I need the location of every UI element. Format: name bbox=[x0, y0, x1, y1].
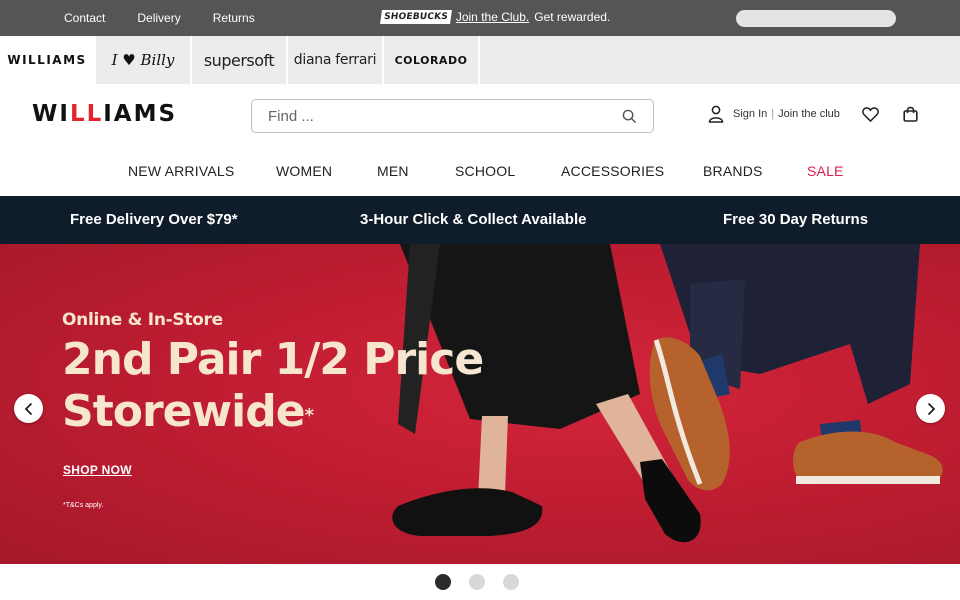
carousel-dot[interactable] bbox=[503, 574, 519, 590]
shopping-bag-icon[interactable] bbox=[903, 106, 918, 122]
usp-free-returns: Free 30 Day Returns bbox=[723, 211, 869, 228]
hero-subtitle: Online & In-Store bbox=[62, 310, 223, 330]
nav-school[interactable]: SCHOOL bbox=[455, 163, 515, 179]
chevron-left-icon bbox=[24, 402, 34, 416]
brand-tab-supersoft[interactable]: supersoft bbox=[192, 36, 288, 84]
user-icon[interactable] bbox=[708, 105, 724, 123]
join-the-club-link[interactable]: Join the club bbox=[778, 108, 840, 120]
carousel-dots bbox=[0, 572, 960, 592]
club-promo: SHOEBUCKS Join the Club. Get rewarded. bbox=[380, 10, 611, 24]
nav-accessories[interactable]: ACCESSORIES bbox=[561, 163, 664, 179]
brand-tab-diana-ferrari[interactable]: diana ferrari bbox=[288, 36, 384, 84]
search-input[interactable] bbox=[268, 107, 622, 125]
utility-search-pill[interactable] bbox=[736, 10, 896, 27]
terms-note: *T&Cs apply. bbox=[63, 502, 104, 509]
brand-tab-i-love-billy[interactable]: I ♥ Billy bbox=[96, 36, 192, 84]
contact-link[interactable]: Contact bbox=[64, 11, 105, 25]
shoebucks-logo: SHOEBUCKS bbox=[380, 10, 452, 24]
chevron-right-icon bbox=[926, 402, 936, 416]
nav-sale[interactable]: SALE bbox=[807, 163, 844, 179]
delivery-link[interactable]: Delivery bbox=[137, 11, 180, 25]
join-club-link[interactable]: Join the Club. bbox=[456, 10, 529, 24]
brand-tab-williams[interactable]: WILLIAMS bbox=[0, 36, 96, 84]
carousel-dot[interactable] bbox=[469, 574, 485, 590]
heart-icon[interactable] bbox=[862, 106, 879, 122]
search-bar bbox=[251, 99, 654, 133]
top-utility-bar: Contact Delivery Returns SHOEBUCKS Join … bbox=[0, 0, 960, 36]
shop-now-link[interactable]: SHOP NOW bbox=[63, 463, 132, 477]
usp-free-delivery: Free Delivery Over $79* bbox=[70, 211, 238, 228]
usp-bar: Free Delivery Over $79* 3-Hour Click & C… bbox=[0, 196, 960, 244]
main-nav: NEW ARRIVALS WOMEN MEN SCHOOL ACCESSORIE… bbox=[0, 160, 960, 182]
hero-headline: 2nd Pair 1/2 Price Storewide* bbox=[62, 334, 484, 437]
hero-banner[interactable]: Online & In-Store 2nd Pair 1/2 Price Sto… bbox=[0, 244, 960, 564]
account-area: Sign In | Join the club bbox=[708, 105, 918, 123]
carousel-next-button[interactable] bbox=[916, 394, 945, 423]
brand-tab-colorado[interactable]: COLORADO bbox=[384, 36, 480, 84]
brand-tabs: WILLIAMS I ♥ Billy supersoft diana ferra… bbox=[0, 36, 960, 84]
promo-text: Get rewarded. bbox=[534, 10, 611, 24]
nav-women[interactable]: WOMEN bbox=[276, 163, 332, 179]
search-icon[interactable] bbox=[622, 109, 637, 124]
nav-brands[interactable]: BRANDS bbox=[703, 163, 763, 179]
divider: | bbox=[771, 108, 775, 120]
nav-new-arrivals[interactable]: NEW ARRIVALS bbox=[128, 163, 234, 179]
usp-click-collect: 3-Hour Click & Collect Available bbox=[360, 211, 587, 228]
sign-in-link[interactable]: Sign In bbox=[733, 108, 767, 120]
carousel-dot[interactable] bbox=[435, 574, 451, 590]
carousel-prev-button[interactable] bbox=[14, 394, 43, 423]
returns-link[interactable]: Returns bbox=[213, 11, 255, 25]
utility-links: Contact Delivery Returns bbox=[64, 11, 255, 25]
nav-men[interactable]: MEN bbox=[377, 163, 409, 179]
williams-logo[interactable]: WILLIAMS bbox=[32, 101, 177, 127]
